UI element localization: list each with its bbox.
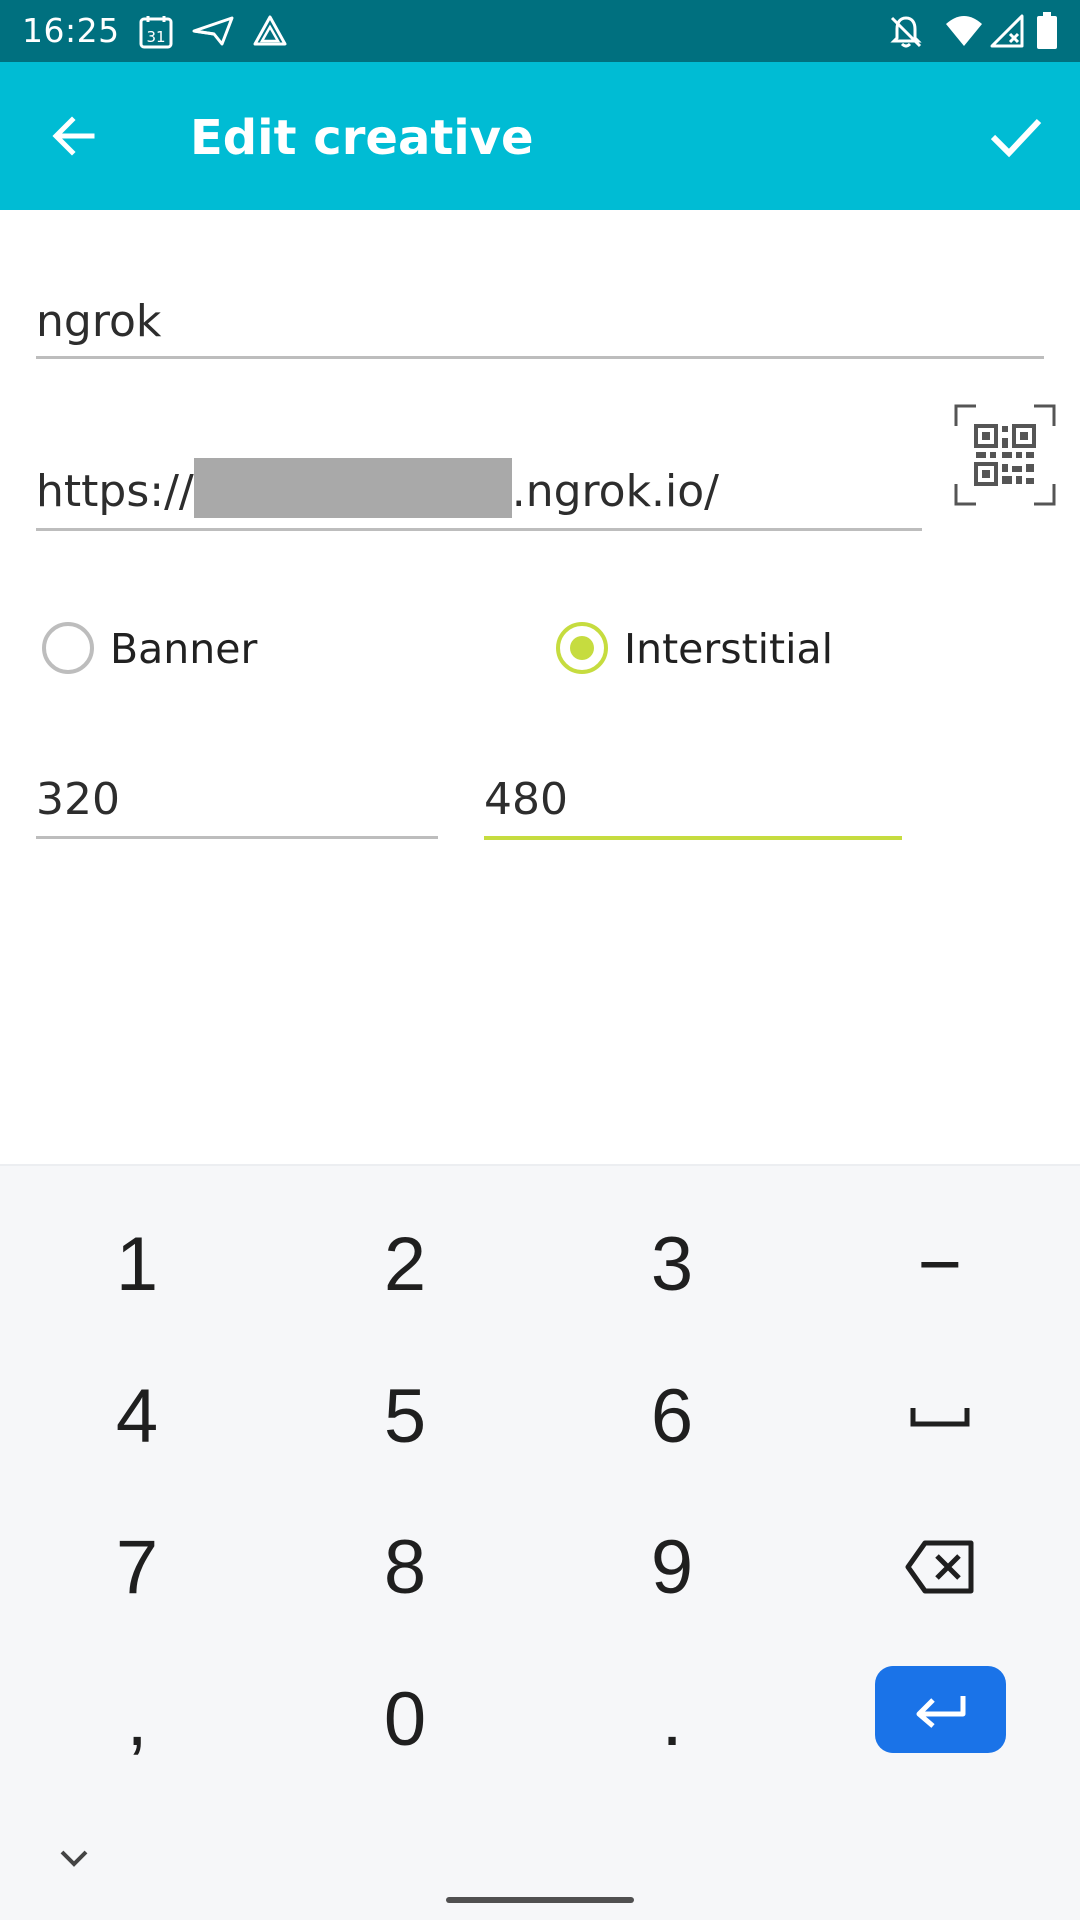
key-comma[interactable]: , [37,1654,237,1784]
battery-icon [1036,12,1058,54]
send-icon [192,16,234,50]
name-field-underline [36,356,1044,359]
notifications-off-icon [888,14,924,54]
url-field[interactable]: https:// .ngrok.io/ [36,458,719,518]
cell-signal-icon [990,14,1024,52]
key-6[interactable]: 6 [572,1351,772,1481]
height-field[interactable]: 480 [484,774,568,826]
arrow-back-icon [52,116,95,156]
back-button[interactable] [36,98,112,174]
key-period[interactable]: . [572,1654,772,1784]
enter-icon [916,1695,965,1728]
enter-key[interactable] [875,1666,1006,1753]
qr-scan-button[interactable] [954,404,1056,506]
width-field[interactable]: 320 [36,774,120,826]
space-icon [910,1408,970,1427]
key-backspace[interactable] [840,1502,1040,1632]
url-prefix: https:// [36,466,194,517]
chevron-down-icon [60,1850,88,1867]
key-0[interactable]: 0 [305,1654,505,1784]
height-field-underline [484,836,902,840]
redacted-block [193,458,512,518]
radio-interstitial-label[interactable]: Interstitial [624,624,833,674]
qr-scan-icon [954,404,1056,506]
wifi-icon [944,14,984,52]
key-minus[interactable]: − [840,1199,1040,1329]
save-button[interactable] [978,98,1054,174]
key-3[interactable]: 3 [572,1199,772,1329]
url-suffix: .ngrok.io/ [511,466,719,517]
hide-keyboard-button[interactable] [52,1836,96,1880]
key-5[interactable]: 5 [305,1351,505,1481]
key-7[interactable]: 7 [37,1502,237,1632]
radio-banner[interactable] [42,622,94,674]
page-title: Edit creative [190,110,534,166]
calendar-badge: 31 [146,28,165,46]
name-field[interactable]: ngrok [36,296,161,348]
app-bar: Edit creative [0,62,1080,210]
check-icon [990,118,1042,158]
url-field-underline [36,528,922,531]
key-8[interactable]: 8 [305,1502,505,1632]
key-4[interactable]: 4 [37,1351,237,1481]
key-9[interactable]: 9 [572,1502,772,1632]
radio-banner-label[interactable]: Banner [110,624,257,674]
status-bar: 16:25 31 [0,0,1080,62]
drive-icon [252,14,288,52]
home-indicator[interactable] [446,1897,634,1903]
radio-interstitial[interactable] [556,622,608,674]
width-field-underline [36,836,438,839]
key-1[interactable]: 1 [37,1199,237,1329]
status-time: 16:25 [22,11,120,50]
key-2[interactable]: 2 [305,1199,505,1329]
calendar-icon: 31 [138,14,174,54]
backspace-icon [905,1540,974,1594]
key-space[interactable] [840,1351,1040,1481]
